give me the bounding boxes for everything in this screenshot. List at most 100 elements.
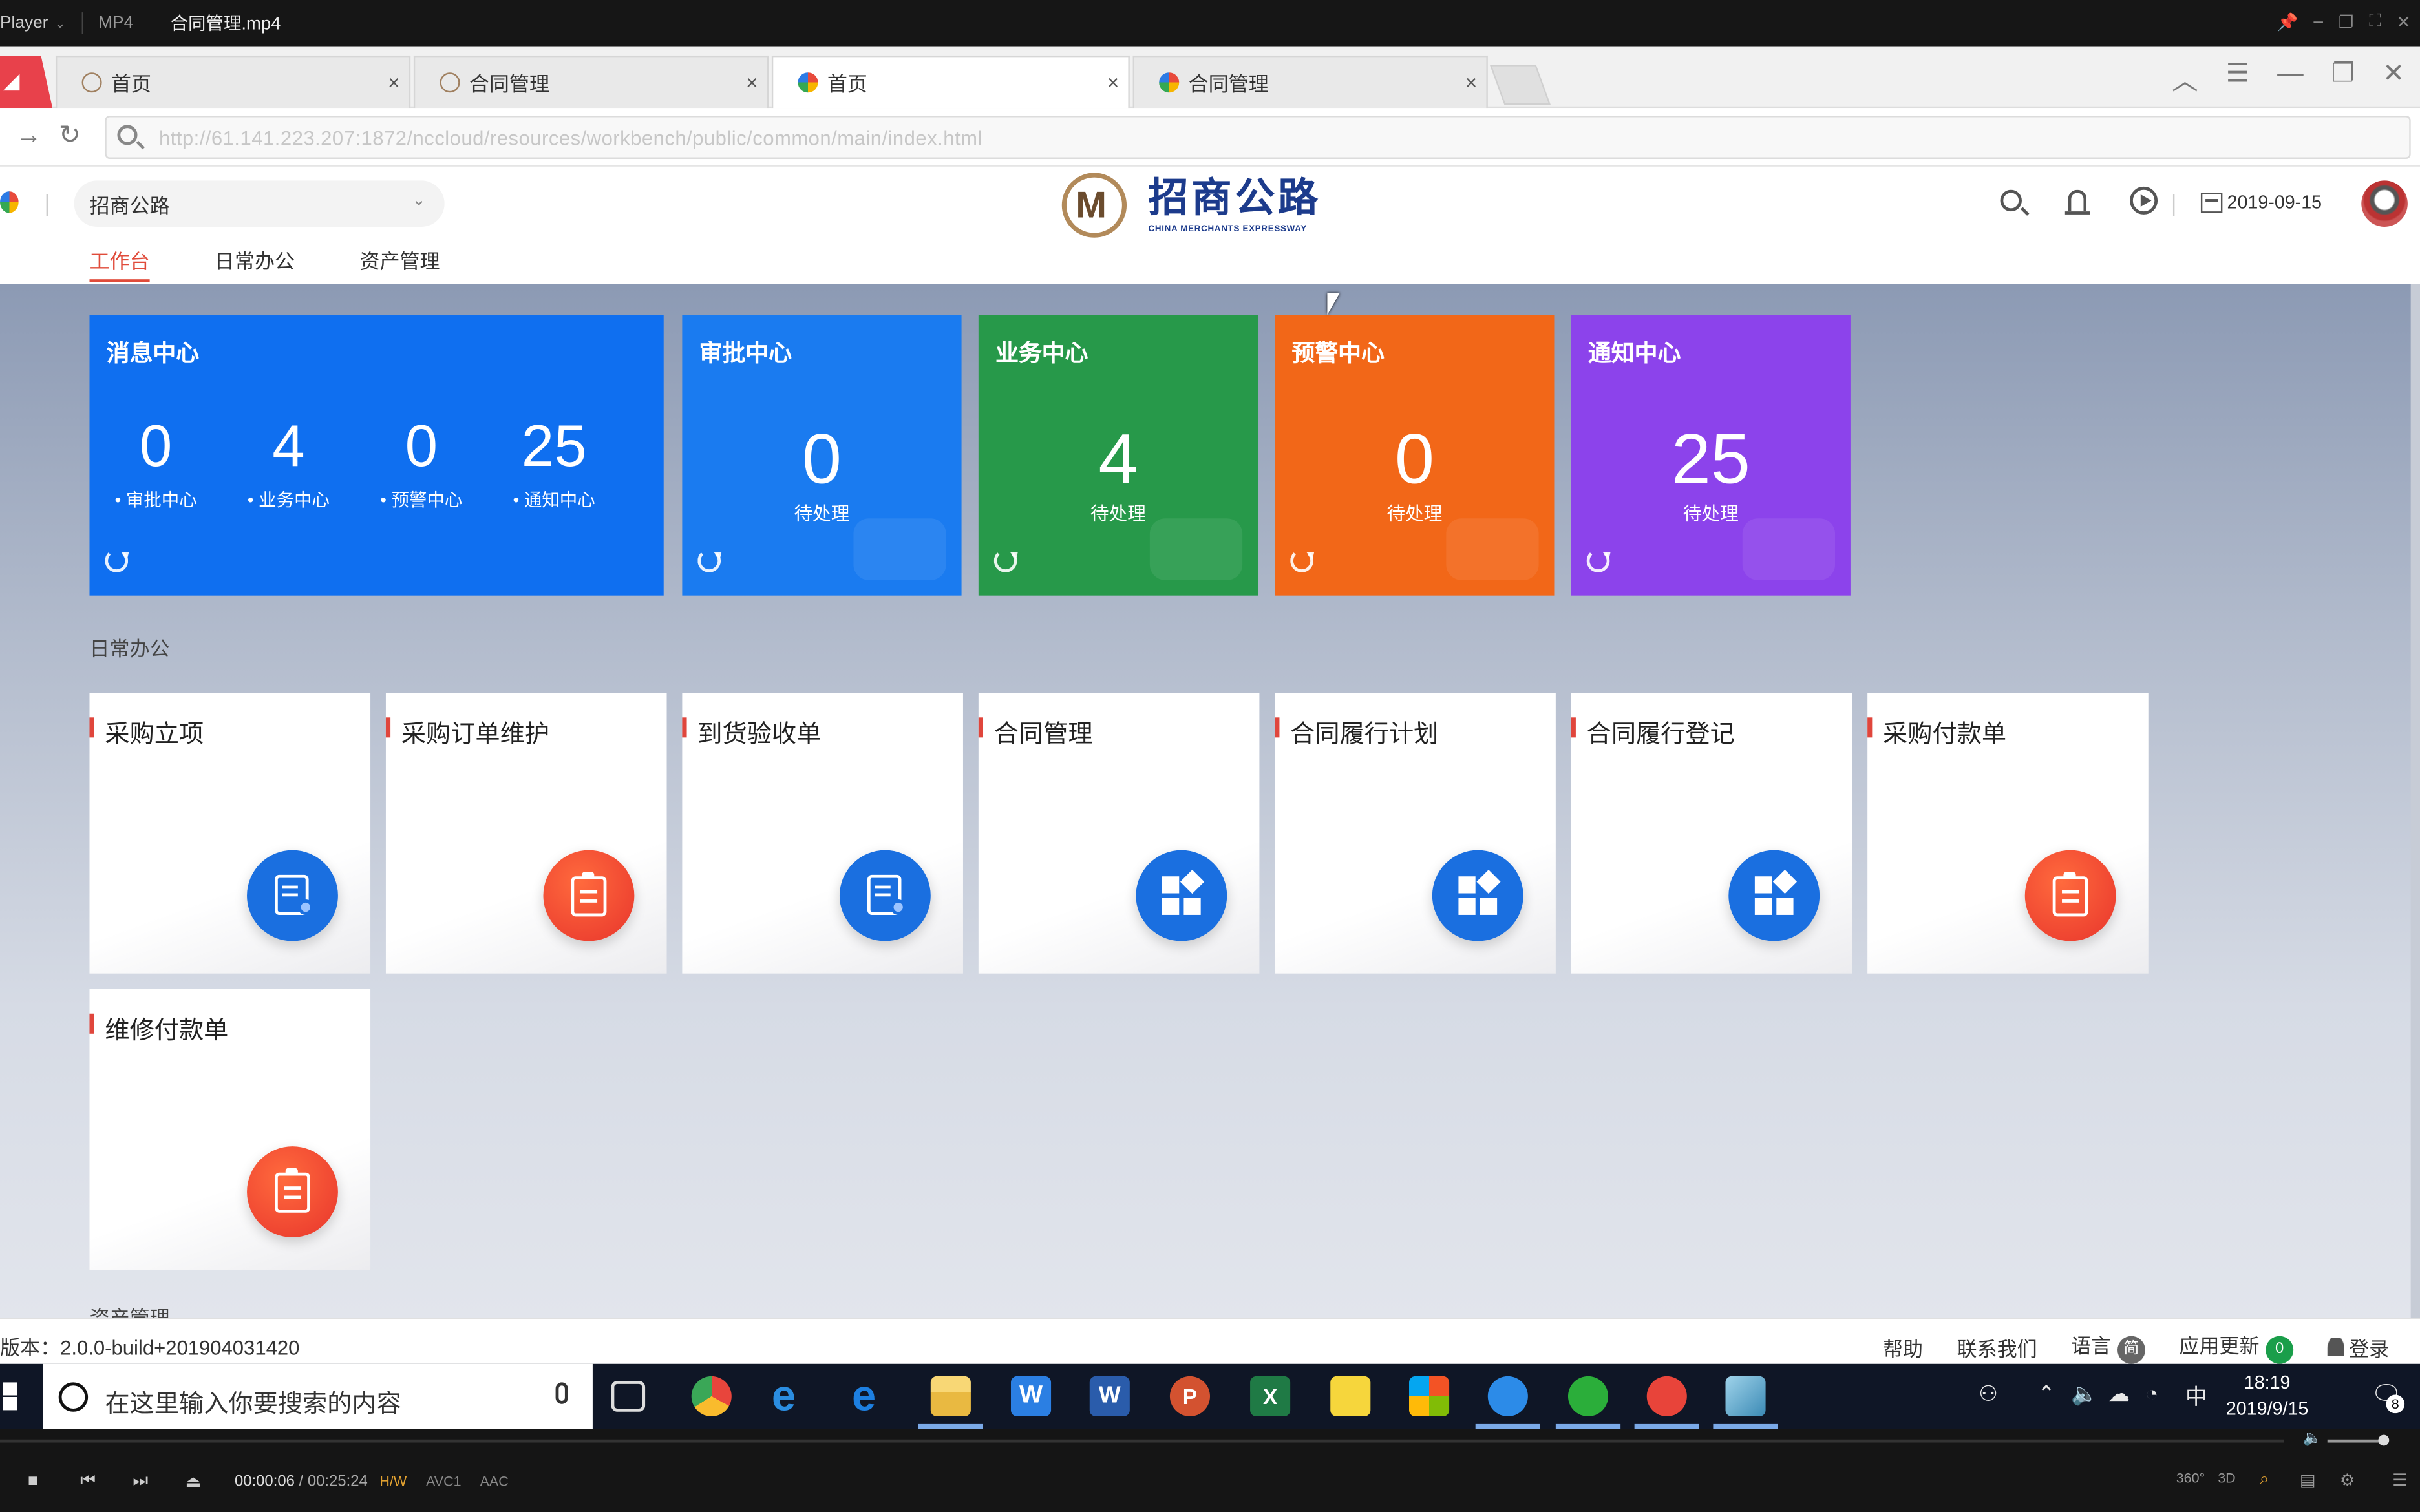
powerpoint-icon[interactable]: P — [1169, 1376, 1210, 1416]
fullscreen-icon[interactable]: ⛶ — [2369, 12, 2381, 32]
contact-link[interactable]: 联系我们 — [1957, 1332, 2037, 1361]
restore-icon[interactable]: ❐ — [2339, 12, 2354, 32]
volume-slider[interactable] — [2327, 1434, 2390, 1446]
minimize-icon[interactable]: – — [2313, 12, 2323, 32]
settings-icon[interactable]: ⚙ — [2340, 1471, 2355, 1491]
close-icon[interactable]: ✕ — [2397, 12, 2411, 32]
browser-app-icon[interactable] — [1646, 1376, 1687, 1416]
hw-decode-badge[interactable]: H/W — [379, 1473, 407, 1489]
word-icon[interactable]: W — [1089, 1376, 1130, 1416]
app-tile[interactable]: 采购付款单 — [1867, 693, 2149, 974]
help-link[interactable]: 帮助 — [1883, 1332, 1923, 1361]
eject-icon[interactable]: ⏏ — [186, 1472, 202, 1492]
restore-icon[interactable]: ❐ — [2331, 59, 2355, 98]
system-clock[interactable]: 18:19 2019/9/15 — [2220, 1370, 2315, 1422]
app-tile[interactable]: 采购订单维护 — [385, 693, 667, 974]
windows-start-icon[interactable] — [3, 1382, 17, 1411]
previous-icon[interactable]: ⏮ — [80, 1472, 96, 1492]
approval-center-card[interactable]: 审批中心 0 待处理 — [682, 315, 962, 596]
people-icon[interactable]: ⚇ — [1979, 1381, 1998, 1407]
app-tile[interactable]: 维修付款单 — [89, 989, 371, 1270]
file-explorer-icon[interactable] — [930, 1376, 971, 1416]
volume-icon[interactable]: 🔈 — [2303, 1430, 2322, 1447]
microphone-icon[interactable] — [555, 1382, 568, 1404]
tab-daily-office[interactable]: 日常办公 — [215, 248, 295, 282]
menu-icon[interactable]: ☰ — [2392, 1471, 2408, 1491]
chevron-up-icon[interactable]: ⌃ — [2037, 1381, 2055, 1407]
app-tile[interactable]: 采购立项 — [89, 693, 371, 974]
refresh-icon[interactable] — [105, 549, 129, 572]
wifi-icon[interactable]: ◔ — [2145, 1381, 2158, 1405]
app-tile[interactable]: 合同履行计划 — [1275, 693, 1556, 974]
collapse-icon[interactable]: ︿ — [2172, 59, 2198, 98]
refresh-icon[interactable] — [697, 549, 721, 572]
app-tile[interactable]: 到货验收单 — [682, 693, 963, 974]
tab-workbench[interactable]: 工作台 — [89, 248, 150, 282]
header-date[interactable]: 2019-09-15 — [2227, 191, 2322, 213]
taskbar-search-input[interactable]: 在这里输入你要搜索的内容 — [43, 1363, 593, 1429]
close-icon[interactable]: × — [746, 71, 758, 94]
app-tile[interactable]: 合同履行登记 — [1571, 693, 1852, 974]
sticky-notes-icon[interactable] — [1330, 1376, 1371, 1416]
ie-icon[interactable]: e — [772, 1374, 812, 1417]
tab-asset-management[interactable]: 资产管理 — [359, 248, 440, 282]
browser-tab[interactable]: 合同管理 × — [1132, 55, 1488, 109]
browser-tab[interactable]: 首页 × — [55, 55, 411, 109]
language-selector[interactable]: 语言简 — [2071, 1330, 2145, 1364]
chrome-icon[interactable] — [691, 1376, 732, 1416]
minimize-icon[interactable]: — — [2277, 59, 2304, 98]
wechat-icon[interactable] — [1567, 1376, 1609, 1416]
excel-icon[interactable]: X — [1250, 1376, 1291, 1416]
stat-approval[interactable]: 0 • 审批中心 — [89, 414, 222, 512]
wps-icon[interactable]: W — [1010, 1376, 1052, 1416]
pinwheel-icon[interactable] — [0, 191, 19, 213]
business-center-card[interactable]: 业务中心 4 待处理 — [978, 315, 1258, 596]
app-tile[interactable]: 合同管理 — [978, 693, 1260, 974]
3d-button[interactable]: 3D — [2218, 1471, 2235, 1486]
store-icon[interactable] — [1409, 1376, 1450, 1416]
refresh-icon[interactable] — [993, 549, 1017, 572]
login-button[interactable]: 登录 — [2327, 1332, 2389, 1361]
browser-tab[interactable]: 合同管理 × — [413, 55, 769, 109]
teamviewer-icon[interactable] — [1487, 1376, 1528, 1416]
new-tab-button[interactable] — [1489, 65, 1551, 105]
subtitle-icon[interactable]: ▤ — [2300, 1471, 2316, 1491]
chevron-down-icon[interactable]: ⌄ — [54, 15, 66, 32]
browser-tab-active[interactable]: 首页 × — [771, 55, 1130, 109]
close-icon[interactable]: ✕ — [2383, 59, 2404, 98]
org-selector[interactable]: 招商公路 ⌄ — [74, 180, 445, 227]
seek-bar[interactable] — [0, 1439, 2284, 1443]
close-icon[interactable]: × — [1465, 71, 1477, 94]
browser-logo-icon[interactable]: ◢ — [0, 55, 53, 109]
calendar-icon[interactable] — [2200, 193, 2223, 213]
play-circle-icon[interactable] — [2130, 186, 2158, 215]
task-view-icon[interactable] — [611, 1381, 646, 1412]
stat-notice[interactable]: 25 • 通知中心 — [488, 414, 621, 512]
vr-360-button[interactable]: 360° — [2176, 1471, 2205, 1486]
search-icon[interactable] — [2000, 189, 2022, 212]
url-field[interactable]: http://61.141.223.207:1872/nccloud/resou… — [105, 116, 2411, 159]
notice-center-card[interactable]: 通知中心 25 待处理 — [1571, 315, 1851, 596]
pin-icon[interactable]: 📌 — [2277, 12, 2298, 32]
stop-icon[interactable]: ■ — [28, 1472, 38, 1491]
media-player-icon[interactable] — [1725, 1376, 1766, 1416]
close-icon[interactable]: × — [388, 71, 399, 94]
bell-icon[interactable] — [2064, 189, 2090, 215]
cortana-icon[interactable] — [58, 1382, 89, 1412]
message-center-card[interactable]: 消息中心 0 • 审批中心 4 • 业务中心 0 • 预警中心 25 • 通知中… — [89, 315, 664, 596]
player-app-name[interactable]: Player — [0, 14, 48, 32]
forward-icon[interactable]: → — [16, 120, 42, 151]
next-icon[interactable]: ⏭ — [133, 1472, 148, 1492]
warning-center-card[interactable]: 预警中心 0 待处理 — [1275, 315, 1555, 596]
refresh-icon[interactable] — [1290, 549, 1313, 572]
stat-warning[interactable]: 0 • 预警中心 — [355, 414, 487, 512]
playlist-search-icon[interactable]: ⌕ — [2260, 1471, 2269, 1491]
ime-indicator[interactable]: 中 — [2185, 1381, 2207, 1412]
edge-icon[interactable]: e — [852, 1374, 892, 1417]
reload-icon[interactable]: ↻ — [59, 120, 81, 151]
scrollbar[interactable] — [2410, 284, 2420, 1318]
volume-icon[interactable]: 🔈 — [2071, 1381, 2098, 1407]
app-update-button[interactable]: 应用更新 0 — [2179, 1330, 2294, 1364]
refresh-icon[interactable] — [1586, 549, 1610, 572]
menu-icon[interactable]: ☰ — [2226, 59, 2249, 98]
